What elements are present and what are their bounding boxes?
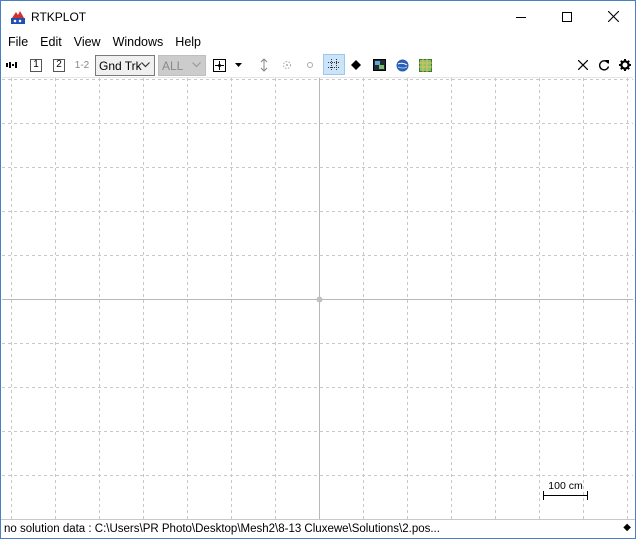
menu-edit[interactable]: Edit [34,32,68,53]
plot-origin-marker [316,296,323,303]
fit-vertical-icon [260,58,268,72]
show-point-icon [307,62,313,68]
grid-icon [328,58,340,71]
globe-button[interactable] [394,55,410,75]
clear-button[interactable] [575,55,591,75]
point-marker-icon [351,60,361,70]
fit-horizontal-button[interactable] [279,55,295,75]
menu-file[interactable]: File [2,32,34,53]
rtkplot-satellite-icon [10,9,26,25]
chevron-down-icon [192,62,201,68]
close-button[interactable] [590,1,636,32]
image-icon [372,59,386,71]
globe-icon [396,59,408,71]
map-button[interactable] [417,55,433,75]
fit-vertical-button[interactable] [256,55,272,75]
show-point-button[interactable] [302,55,318,75]
menu-bar: File Edit View Windows Help [1,32,635,53]
minimize-button[interactable] [498,1,544,32]
connect-icon [6,62,17,68]
scale-bar: 100 cm [543,480,588,500]
plot-type-value: Gnd Trk [99,58,142,73]
close-icon [607,11,619,22]
clear-icon [578,60,588,70]
scale-bar-label: 100 cm [548,480,583,492]
connect-button[interactable] [5,55,21,75]
fit-horizontal-icon [283,61,291,69]
title-bar: RTKPLOT [1,1,635,32]
rtkplot-window: RTKPLOT File Edit View Windows Help 1 2 [0,0,636,539]
satellite-filter-select[interactable]: ALL [158,55,206,76]
dropdown-arrow-icon [234,63,242,67]
solution-2-label: 2 [53,58,65,72]
settings-icon [619,59,631,71]
chevron-down-icon [141,62,150,68]
status-message: no solution data : C:\Users\PR Photo\Des… [4,523,440,535]
resize-grip-icon[interactable]: ◆ [623,522,631,533]
ground-track-plot[interactable]: 100 cm [2,77,633,520]
settings-button[interactable] [617,55,633,75]
reload-icon [598,60,610,71]
plot-type-select[interactable]: Gnd Trk [95,55,155,76]
toolbar: 1 2 1-2 Gnd Trk ALL [1,53,635,77]
minimize-icon [516,16,526,18]
status-bar: no solution data : C:\Users\PR Photo\Des… [1,519,635,538]
maximize-button[interactable] [544,1,590,32]
satellite-filter-value: ALL [162,58,184,73]
solution-12-button[interactable]: 1-2 [73,55,91,75]
solution-12-label: 1-2 [74,59,90,71]
menu-view[interactable]: View [68,32,107,53]
image-button[interactable] [371,55,387,75]
menu-help[interactable]: Help [169,32,207,53]
reload-button[interactable] [596,55,612,75]
solution-1-button[interactable]: 1 [28,55,44,75]
center-origin-button[interactable] [211,55,227,75]
grid-toggle-button[interactable] [323,54,345,75]
map-icon [418,58,432,72]
menu-windows[interactable]: Windows [107,32,170,53]
solution-2-button[interactable]: 2 [51,55,67,75]
origin-dropdown-button[interactable] [232,55,244,75]
window-title: RTKPLOT [31,10,87,24]
plot-canvas: 100 cm [2,78,633,520]
center-origin-icon [212,58,226,72]
maximize-icon [562,11,572,22]
solution-1-label: 1 [30,58,42,72]
point-marker-button[interactable] [348,55,364,75]
